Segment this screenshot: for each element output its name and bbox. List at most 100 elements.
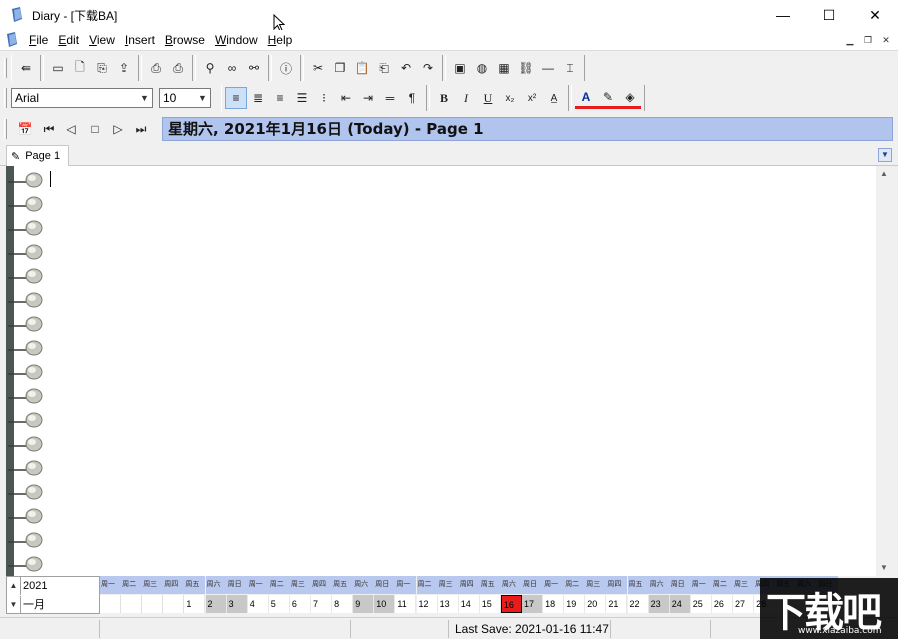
calendar-icon[interactable]: 📅 [14,118,36,140]
redo-icon[interactable]: ↷ [417,57,439,79]
bullet-list-icon[interactable]: ⁝ [313,87,335,109]
find-icon[interactable]: ⚲ [199,57,221,79]
toolbar-grip[interactable] [4,88,7,108]
year-spin-up-icon[interactable]: ▲ [7,577,21,595]
calendar-day[interactable]: 23 [648,595,670,613]
calendar-day[interactable]: 19 [564,595,586,613]
insert-table-icon[interactable]: ▦ [493,57,515,79]
mdi-restore-button[interactable]: ❐ [860,33,876,47]
first-page-icon[interactable]: ⏮ [38,118,60,140]
previous-page-icon[interactable]: ◁ [60,118,82,140]
highlight-icon[interactable]: ✎ [597,87,619,109]
diary-editor[interactable] [6,166,876,576]
menu-insert[interactable]: Insert [120,33,160,47]
italic-icon[interactable]: I [455,87,477,109]
calendar-day[interactable]: 26 [711,595,733,613]
undo-icon[interactable]: ↶ [395,57,417,79]
toolbar-grip[interactable] [4,58,7,78]
calendar-day[interactable]: 17 [522,595,543,613]
calendar-day[interactable]: 10 [374,595,396,613]
paragraph-icon[interactable]: ¶ [401,87,423,109]
paste-special-icon[interactable]: ⎗ [373,57,395,79]
font-size-select[interactable]: 10 ▼ [159,88,211,108]
menu-browse[interactable]: Browse [160,33,210,47]
align-left-icon[interactable]: ≡ [225,87,247,109]
underline-icon[interactable]: U [477,87,499,109]
menu-view[interactable]: View [84,33,120,47]
mdi-minimize-button[interactable]: ▁ [842,33,858,47]
menu-window[interactable]: Window [210,33,263,47]
calendar-day[interactable]: 8 [332,595,354,613]
calendar-day-today[interactable]: 16 [500,595,522,613]
calendar-day[interactable]: 27 [733,595,754,613]
calendar-day[interactable]: 20 [585,595,607,613]
export-icon[interactable]: ⇪ [113,57,135,79]
page-break-icon[interactable]: ⌶ [559,57,581,79]
vertical-scrollbar[interactable]: ▲ ▼ [876,166,892,576]
align-right-icon[interactable]: ≡ [269,87,291,109]
month-dropdown-icon[interactable]: ▼ [7,596,21,614]
calendar-day[interactable]: 1 [184,595,206,613]
paste-icon[interactable]: 📋 [351,57,373,79]
calendar-day[interactable]: 24 [669,595,691,613]
calendar-day[interactable]: 12 [416,595,438,613]
cut-icon[interactable]: ✂ [307,57,329,79]
toolbar-grip[interactable] [4,119,7,139]
calendar-day[interactable]: 9 [353,595,375,613]
decrease-indent-icon[interactable]: ⇤ [335,87,357,109]
last-page-icon[interactable]: ⏭ [130,118,152,140]
calendar-day[interactable]: 6 [289,595,311,613]
font-dialog-icon[interactable]: A̲ [543,87,565,109]
tab-page-1[interactable]: ✎ Page 1 [6,145,70,166]
print-icon[interactable]: ⎙ [167,57,189,79]
calendar-day[interactable]: 18 [543,595,565,613]
calendar-day[interactable]: 22 [627,595,649,613]
document-system-menu-icon[interactable] [4,32,20,48]
calendar-day[interactable]: 3 [226,595,248,613]
calendar-day[interactable]: 5 [268,595,290,613]
maximize-button[interactable]: ☐ [806,0,852,30]
bold-icon[interactable]: B [433,87,455,109]
calendar-day[interactable]: 15 [479,595,501,613]
info-icon[interactable]: ⓘ [275,57,297,79]
copy-icon[interactable]: ❐ [329,57,351,79]
superscript-icon[interactable]: x² [521,87,543,109]
calendar-day[interactable]: 25 [690,595,712,613]
fill-color-icon[interactable]: ◈ [619,87,641,109]
calendar-day[interactable]: 4 [247,595,269,613]
insert-web-icon[interactable]: ◍ [471,57,493,79]
font-name-select[interactable]: Arial ▼ [11,88,153,108]
tab-dropdown-icon[interactable]: ▼ [878,148,892,162]
font-color-icon[interactable]: A [575,87,597,109]
calendar-day[interactable]: 21 [606,595,628,613]
menu-help[interactable]: Help [263,33,298,47]
minimize-button[interactable]: — [760,0,806,30]
new-entry-icon[interactable]: ▭ [47,57,69,79]
back-icon[interactable]: ⇚ [15,57,37,79]
insert-picture-icon[interactable]: ▣ [449,57,471,79]
justify-icon[interactable]: ☰ [291,87,313,109]
subscript-icon[interactable]: x₂ [499,87,521,109]
mdi-close-button[interactable]: ✕ [878,33,894,47]
line-spacing-icon[interactable]: ═ [379,87,401,109]
increase-indent-icon[interactable]: ⇥ [357,87,379,109]
page-down-icon[interactable]: ⎘ [91,57,113,79]
print-preview-icon[interactable]: ⎙ [145,57,167,79]
scroll-up-icon[interactable]: ▲ [876,166,892,182]
next-page-icon[interactable]: ▷ [107,118,129,140]
calendar-day[interactable]: 7 [311,595,332,613]
new-page-icon[interactable]: 🗋 [69,57,91,79]
horizontal-line-icon[interactable]: — [537,57,559,79]
binoculars-icon[interactable]: ∞ [221,57,243,79]
calendar-day[interactable]: 11 [395,595,417,613]
find-replace-icon[interactable]: ⚯ [243,57,265,79]
chevron-down-icon[interactable]: ▼ [137,93,152,103]
menu-file[interactable]: File [24,33,53,47]
menu-edit[interactable]: Edit [53,33,84,47]
current-page-icon[interactable]: □ [84,118,106,140]
align-center-icon[interactable]: ≣ [247,87,269,109]
chevron-down-icon[interactable]: ▼ [195,93,210,103]
calendar-day[interactable]: 2 [205,595,227,613]
insert-link-icon[interactable]: ⛓ [515,57,537,79]
scroll-down-icon[interactable]: ▼ [876,560,892,576]
